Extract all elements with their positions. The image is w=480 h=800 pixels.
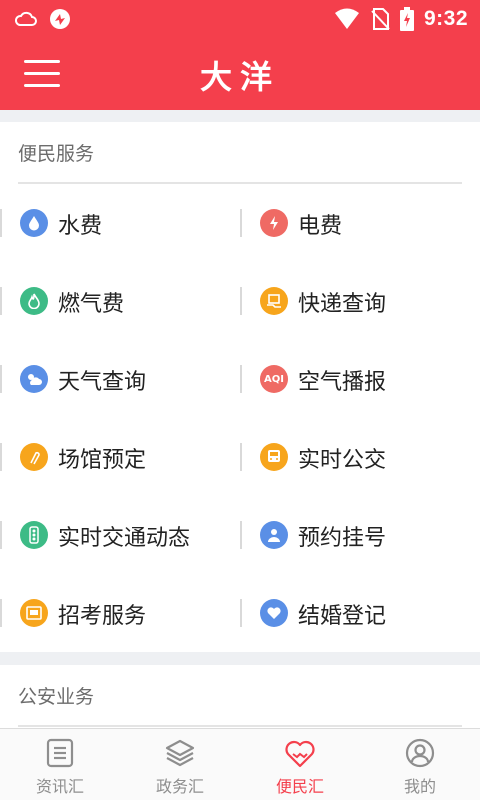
divider	[0, 443, 2, 471]
bus-icon	[260, 443, 288, 471]
divider	[240, 443, 242, 471]
section-title: 便民服务	[18, 142, 95, 165]
water-drop-icon	[20, 209, 48, 237]
page-title: 大洋	[199, 58, 280, 96]
venue-icon	[20, 443, 48, 471]
app-header: 大洋	[0, 38, 480, 110]
battery-charging-icon	[399, 7, 414, 31]
electricity-icon	[260, 209, 288, 237]
service-item[interactable]: 实时公交	[240, 418, 480, 496]
service-item[interactable]: 结婚登记	[240, 574, 480, 652]
service-item-label: 天气查询	[58, 370, 147, 395]
service-item[interactable]: 天气查询	[0, 340, 240, 418]
service-item[interactable]: 电费	[240, 184, 480, 262]
divider	[240, 365, 242, 393]
service-item-label: 结婚登记	[298, 604, 387, 629]
aqi-icon: AQI	[260, 365, 288, 393]
divider	[240, 287, 242, 315]
aqi-icon-label: AQI	[264, 373, 284, 385]
tab-label: 资讯汇	[35, 777, 84, 796]
service-item[interactable]: 预约挂号	[240, 496, 480, 574]
service-item-label: 招考服务	[58, 604, 147, 629]
divider	[240, 599, 242, 627]
section-header: 公安业务	[18, 665, 462, 727]
service-item-label: 快递查询	[298, 292, 387, 317]
service-item-label: 实时交通动态	[58, 526, 191, 551]
section-header: 便民服务	[18, 122, 462, 184]
service-item-label: 燃气费	[58, 292, 125, 317]
service-item[interactable]: AQI 空气播报	[240, 340, 480, 418]
service-item-label: 电费	[298, 214, 343, 239]
weather-icon	[20, 365, 48, 393]
divider	[0, 599, 2, 627]
tab-news[interactable]: 资讯汇	[0, 729, 120, 800]
handshake-heart-icon	[284, 737, 316, 769]
service-item[interactable]: 快递查询	[240, 262, 480, 340]
package-delivery-icon	[260, 287, 288, 315]
status-bar: 9:32	[0, 0, 480, 38]
service-item-label: 水费	[58, 214, 103, 239]
tab-label: 政务汇	[155, 777, 204, 796]
service-item[interactable]: 实时交通动态	[0, 496, 240, 574]
service-item[interactable]: 水费	[0, 184, 240, 262]
traffic-light-icon	[20, 521, 48, 549]
divider	[0, 287, 2, 315]
divider	[0, 209, 2, 237]
news-icon	[44, 737, 76, 769]
service-item[interactable]: 燃气费	[0, 262, 240, 340]
divider	[0, 521, 2, 549]
gas-flame-icon	[20, 287, 48, 315]
bottom-tab-bar: 资讯汇 政务汇 便民汇 我的	[0, 728, 480, 800]
tab-user-profile[interactable]: 我的	[360, 729, 480, 800]
tab-layers[interactable]: 政务汇	[120, 729, 240, 800]
service-item[interactable]: 招考服务	[0, 574, 240, 652]
status-time: 9:32	[423, 7, 468, 30]
main-content[interactable]: 便民服务 水费 电费燃气费 快递查询天气查询 AQI 空气播报场馆预定 实时公交实时交通动…	[0, 110, 480, 728]
cloud-icon	[14, 11, 37, 26]
heart-icon	[260, 599, 288, 627]
wifi-icon	[334, 8, 359, 29]
medical-appointment-icon	[260, 521, 288, 549]
service-item-label: 预约挂号	[298, 526, 387, 551]
divider	[240, 209, 242, 237]
service-item-label: 空气播报	[298, 370, 387, 395]
user-profile-icon	[404, 737, 436, 769]
divider	[0, 365, 2, 393]
service-item-label: 实时公交	[298, 448, 387, 473]
no-sim-icon	[371, 8, 390, 30]
section-title: 公安业务	[18, 685, 95, 708]
service-item-label: 场馆预定	[58, 448, 147, 473]
tab-handshake-heart[interactable]: 便民汇	[240, 729, 360, 800]
layers-icon	[164, 737, 196, 769]
tab-label: 我的	[403, 777, 436, 796]
section-convenience-services: 便民服务 水费 电费燃气费 快递查询天气查询 AQI 空气播报场馆预定 实时公交实时交通动…	[0, 122, 480, 652]
exam-service-icon	[20, 599, 48, 627]
tab-label: 便民汇	[275, 777, 324, 796]
divider	[240, 521, 242, 549]
section-public-security: 公安业务	[0, 665, 480, 728]
sync-app-icon	[50, 9, 70, 29]
service-item[interactable]: 场馆预定	[0, 418, 240, 496]
